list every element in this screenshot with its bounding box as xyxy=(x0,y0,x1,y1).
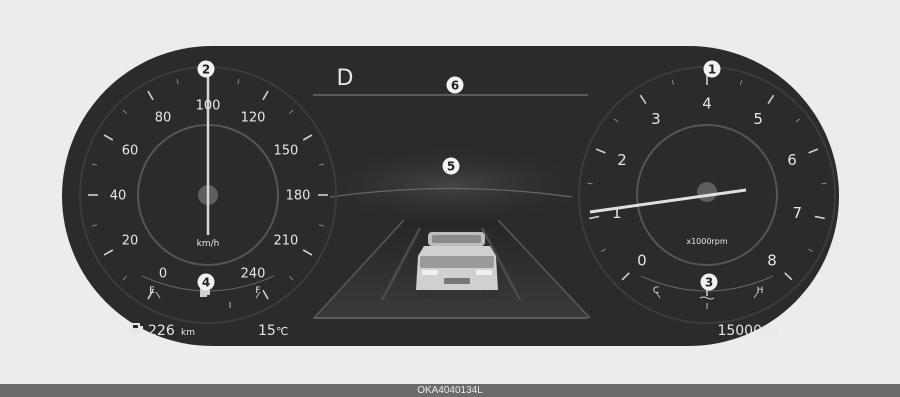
tach-tick xyxy=(600,248,606,253)
svg-text:1: 1 xyxy=(708,63,716,77)
odometer-value: 15000 xyxy=(717,323,762,339)
speed-tick xyxy=(147,90,154,101)
tach-tick xyxy=(795,118,801,123)
speed-tick xyxy=(176,78,179,85)
temp-cold-label: C xyxy=(653,286,659,296)
speed-tick xyxy=(91,224,98,227)
speed-label: 60 xyxy=(122,144,139,159)
svg-text:4: 4 xyxy=(202,276,210,290)
speed-label: 120 xyxy=(241,111,266,126)
fuel-empty-label: E xyxy=(149,286,155,296)
speed-tick xyxy=(302,249,313,256)
image-code: OKA4040134L xyxy=(417,385,483,396)
fuel-pump-icon-small xyxy=(131,323,143,334)
gear-indicator: D xyxy=(337,66,354,91)
speed-label: 80 xyxy=(155,111,172,126)
tach-label: 0 xyxy=(637,251,647,269)
speed-tick xyxy=(91,163,98,166)
temp-hot-label: H xyxy=(757,286,764,296)
tach-unit: x1000rpm xyxy=(686,237,727,246)
odometer-unit: km xyxy=(764,328,778,338)
speed-tick xyxy=(262,90,269,101)
speed-tick xyxy=(302,134,313,141)
callout-3: 3 xyxy=(700,273,718,291)
tach-tick xyxy=(767,94,775,104)
tach-tick xyxy=(739,80,743,86)
cluster-graphics: D 020406080100120150180210240 km/h 01234… xyxy=(79,60,836,339)
tachometer-hub xyxy=(697,182,717,202)
svg-text:2: 2 xyxy=(202,63,210,77)
speed-unit: km/h xyxy=(197,239,220,249)
outside-temp-unit: ℃ xyxy=(276,325,288,338)
tach-tick xyxy=(589,215,600,220)
speed-label: 40 xyxy=(110,189,127,204)
center-display: D xyxy=(301,66,601,319)
svg-text:5: 5 xyxy=(447,160,455,174)
callout-1: 1 xyxy=(703,60,721,78)
fuel-full-label: F xyxy=(255,286,260,296)
svg-text:6: 6 xyxy=(451,79,459,93)
speed-tick xyxy=(262,289,269,300)
tach-tick xyxy=(595,148,606,154)
range-display: 226 km xyxy=(131,323,195,339)
tach-tick xyxy=(814,215,825,220)
tach-label: 6 xyxy=(787,151,797,169)
tach-label: 5 xyxy=(753,110,763,128)
tach-label: 8 xyxy=(767,251,777,269)
callout-4: 4 xyxy=(197,273,215,291)
speed-label: 150 xyxy=(274,144,299,159)
tach-label: 7 xyxy=(792,204,802,222)
speed-label: 240 xyxy=(241,266,266,281)
speed-tick xyxy=(122,109,128,115)
odometer-display: 15000 km xyxy=(717,323,778,339)
speed-tick xyxy=(103,249,114,256)
speed-tick xyxy=(122,275,128,281)
speed-label: 0 xyxy=(159,266,167,281)
speed-label: 210 xyxy=(274,234,299,249)
outside-temp-display: 15 ℃ xyxy=(258,323,288,339)
tach-tick xyxy=(808,148,819,154)
speed-label: 20 xyxy=(122,234,139,249)
speed-label: 180 xyxy=(286,189,311,204)
speed-tick xyxy=(318,224,325,227)
speed-tick xyxy=(288,275,294,281)
callout-2: 2 xyxy=(197,60,215,78)
outside-temp-value: 15 xyxy=(258,323,276,339)
tach-tick xyxy=(808,248,814,253)
tachometer-needle xyxy=(589,188,747,214)
tach-tick xyxy=(671,80,675,86)
speed-tick xyxy=(237,78,240,85)
range-unit: km xyxy=(181,328,195,338)
tach-label: 4 xyxy=(702,94,712,112)
tach-tick xyxy=(613,118,619,123)
tach-tick xyxy=(639,94,647,104)
speed-tick xyxy=(288,109,294,115)
tach-tick xyxy=(784,272,793,281)
range-value: 226 xyxy=(148,323,175,339)
tach-label: 3 xyxy=(651,110,661,128)
tach-tick xyxy=(621,272,630,281)
tach-label: 2 xyxy=(617,151,627,169)
callout-6: 6 xyxy=(446,76,464,94)
svg-text:3: 3 xyxy=(705,276,713,290)
speed-tick xyxy=(103,134,114,141)
callout-5: 5 xyxy=(442,157,460,175)
